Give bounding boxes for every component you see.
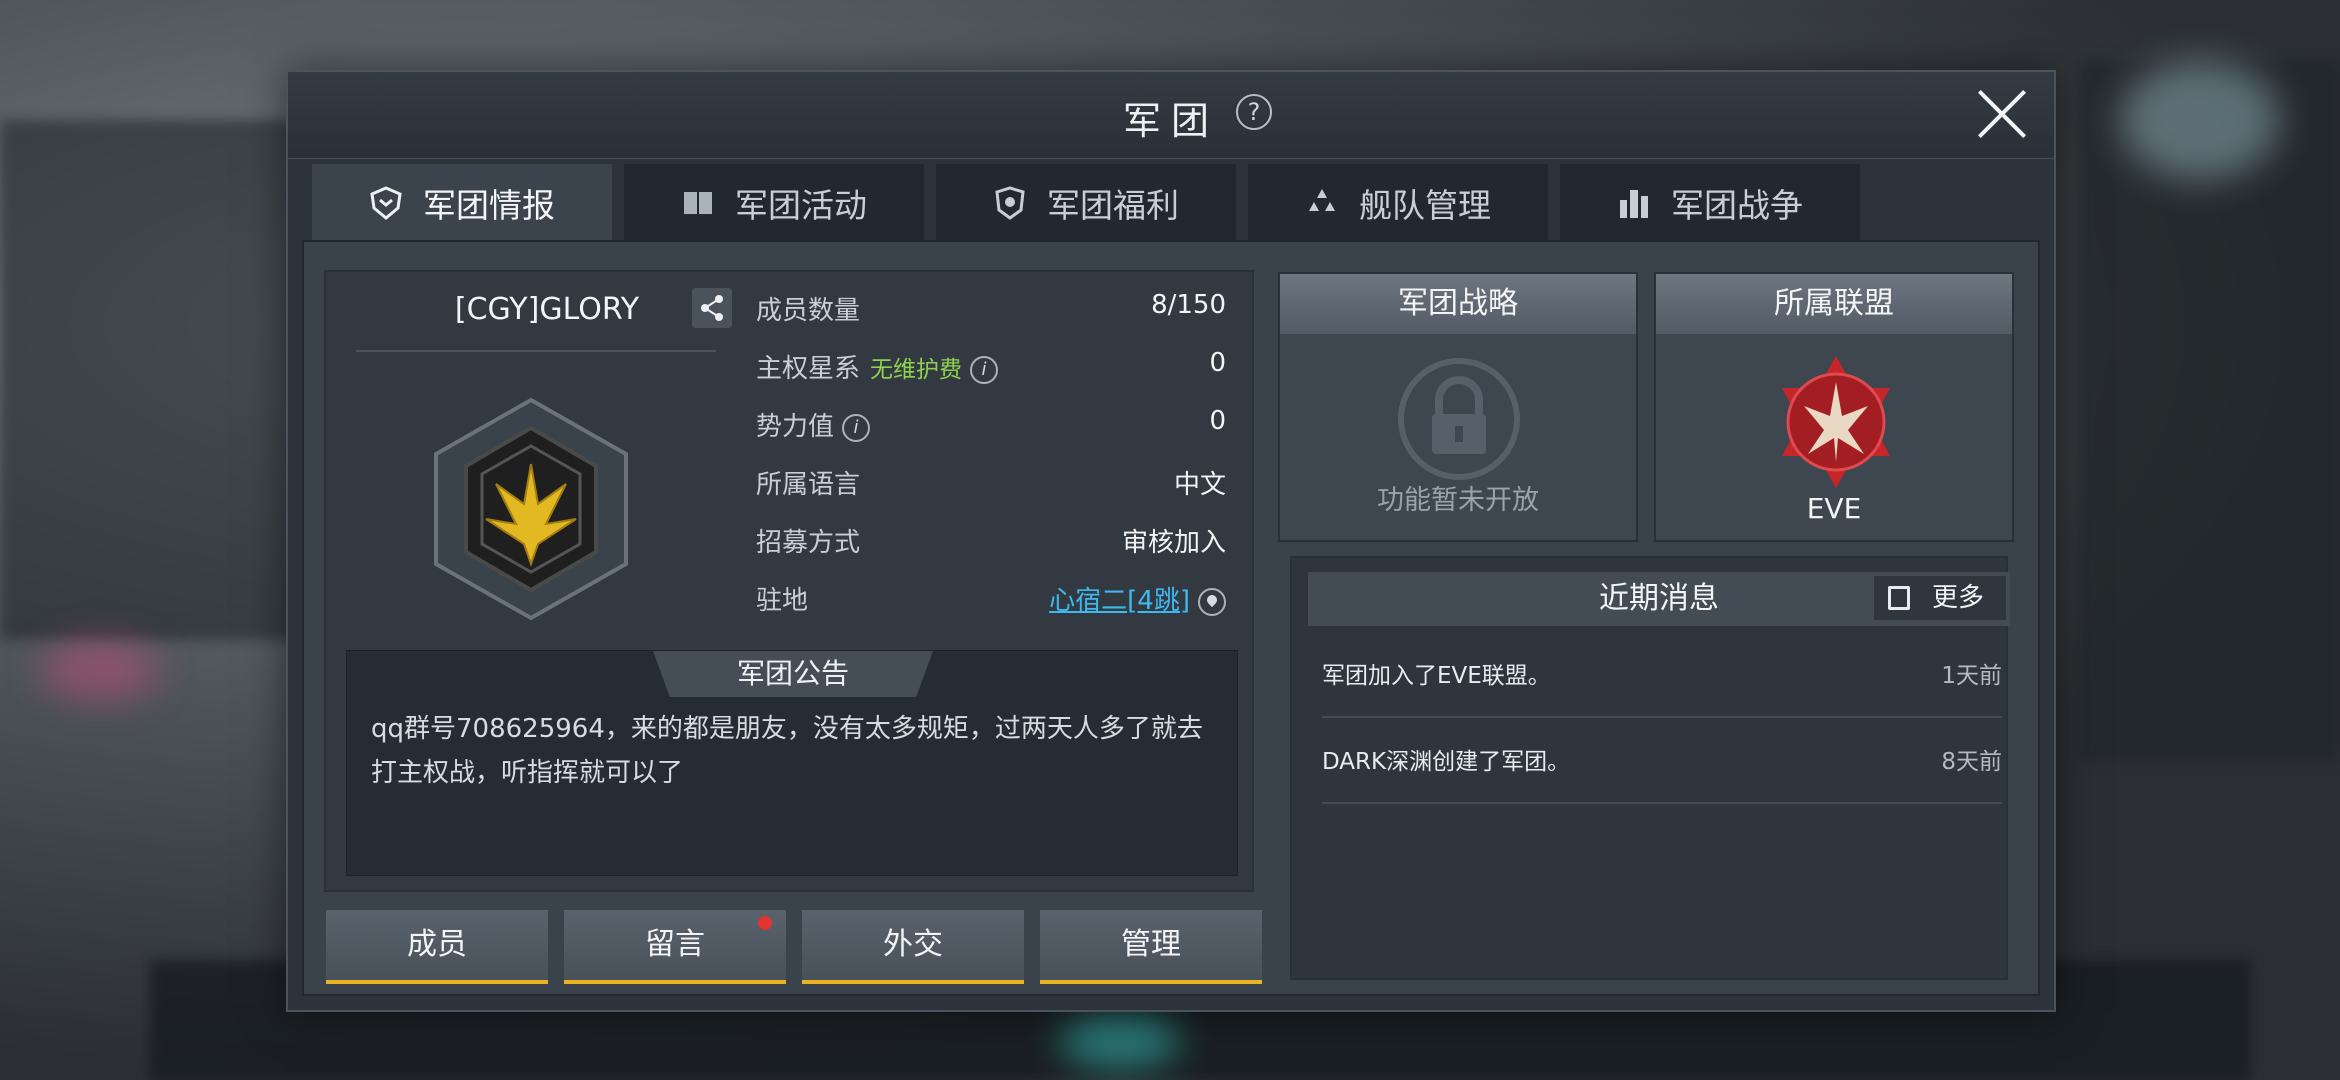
tab-legion-war[interactable]: 军团战争	[1560, 164, 1860, 242]
more-label: 更多	[1932, 583, 1985, 613]
alliance-card[interactable]: 所属联盟 EVE	[1654, 272, 2014, 542]
book-icon	[684, 192, 712, 214]
tab-legion-info[interactable]: 军团情报	[312, 164, 612, 242]
notice-title: 军团公告	[653, 651, 933, 697]
stat-member-count: 成员数量 8/150	[756, 290, 1226, 330]
stat-language: 所属语言 中文	[756, 464, 1226, 504]
dialog-title: 军团	[1122, 99, 1219, 143]
stat-label: 主权星系	[756, 354, 861, 384]
stat-label: 势力值	[756, 412, 835, 442]
background-light	[40, 640, 160, 700]
stat-label: 成员数量	[756, 296, 861, 326]
tab-legion-welfare[interactable]: 军团福利	[936, 164, 1236, 242]
stat-label-group: 主权星系 无维护费 i	[756, 348, 999, 385]
stat-label: 驻地	[756, 586, 809, 616]
city-icon	[1620, 190, 1648, 218]
stat-label: 所属语言	[756, 470, 861, 500]
background-structure	[0, 120, 300, 640]
badge-icon	[995, 186, 1025, 220]
tab-label: 军团战争	[1671, 186, 1803, 225]
news-item: 军团加入了EVE联盟。 1天前	[1322, 630, 2002, 718]
lock-icon	[1398, 358, 1520, 480]
guild-name: [CGY]GLORY	[454, 292, 640, 327]
stat-value: 0	[1209, 348, 1226, 378]
stat-sovereign-systems: 主权星系 无维护费 i 0	[756, 348, 1226, 388]
maintenance-note: 无维护费	[870, 357, 963, 383]
help-icon[interactable]: ?	[1236, 94, 1272, 130]
tab-fleet-management[interactable]: 舰队管理	[1248, 164, 1548, 242]
background-light	[2120, 60, 2280, 180]
share-icon	[701, 295, 723, 321]
shield-icon	[370, 186, 402, 220]
news-header: 近期消息 更多	[1308, 572, 2010, 626]
messages-button[interactable]: 留言	[564, 910, 786, 984]
stat-value: 审核加入	[1121, 528, 1226, 558]
notification-dot	[758, 916, 772, 930]
tab-label: 军团活动	[735, 186, 867, 225]
notice-text: qq群号708625964，来的都是朋友，没有太多规矩，过两天人多了就去打主权战…	[371, 714, 1203, 788]
news-text: DARK深渊创建了军团。	[1322, 749, 1571, 775]
alliance-title: 所属联盟	[1656, 274, 2012, 334]
members-button[interactable]: 成员	[326, 910, 548, 984]
base-location-link[interactable]: 心宿二[4跳]	[1049, 586, 1190, 616]
location-pin-icon[interactable]	[1198, 587, 1226, 616]
recent-news-card: 近期消息 更多 军团加入了EVE联盟。 1天前 DARK深渊创建了军团。 8天前	[1290, 556, 2010, 980]
stat-influence: 势力值 i 0	[756, 406, 1226, 446]
news-text: 军团加入了EVE联盟。	[1322, 663, 1551, 689]
close-icon[interactable]	[1976, 88, 2028, 140]
stat-value: 中文	[1173, 470, 1226, 500]
diplomacy-button[interactable]: 外交	[802, 910, 1024, 984]
strategy-title: 军团战略	[1280, 274, 1636, 334]
fleet-icon	[1309, 189, 1335, 211]
alliance-emblem-icon	[1782, 356, 1890, 488]
stat-value: 8/150	[1151, 290, 1226, 320]
stat-label: 招募方式	[756, 528, 861, 558]
stat-value-group: 心宿二[4跳]	[1049, 580, 1226, 617]
tab-bar: 军团情报 军团活动 军团福利 舰队管理 军团战争	[312, 164, 1862, 242]
stat-label-group: 势力值 i	[756, 406, 871, 443]
manage-button[interactable]: 管理	[1040, 910, 1262, 984]
strategy-card[interactable]: 军团战略 功能暂未开放	[1278, 272, 1638, 542]
info-icon[interactable]: i	[970, 355, 999, 384]
legion-dialog: 军团 ? 军团情报 军团活动 军团福利 舰队管理 军团战争 [CGY]GLORY…	[286, 70, 2056, 1012]
stat-base: 驻地 心宿二[4跳]	[756, 580, 1226, 620]
legion-info-card: [CGY]GLORY 成员数量 8/150 主权星系 无维护费 i 0 势力值 …	[324, 270, 1254, 892]
messages-button-label: 留言	[645, 927, 705, 962]
info-icon[interactable]: i	[842, 413, 871, 442]
legion-emblem-icon	[434, 397, 628, 621]
share-button[interactable]	[692, 288, 732, 328]
divider	[356, 350, 716, 352]
news-title: 近期消息	[1599, 581, 1719, 616]
news-time: 1天前	[1941, 663, 2002, 689]
tab-label: 舰队管理	[1359, 186, 1491, 225]
background-light	[1060, 1010, 1180, 1070]
more-button[interactable]: 更多	[1874, 576, 2006, 620]
tab-label: 军团情报	[423, 186, 555, 225]
dialog-titlebar: 军团 ?	[288, 72, 2054, 159]
news-item: DARK深渊创建了军团。 8天前	[1322, 716, 2002, 804]
list-icon	[1888, 586, 1910, 610]
tab-label: 军团福利	[1047, 186, 1179, 225]
tab-legion-activity[interactable]: 军团活动	[624, 164, 924, 242]
alliance-name: EVE	[1806, 492, 1862, 525]
stat-recruitment: 招募方式 审核加入	[756, 522, 1226, 562]
news-time: 8天前	[1941, 749, 2002, 775]
legion-notice: 军团公告 qq群号708625964，来的都是朋友，没有太多规矩，过两天人多了就…	[346, 650, 1238, 876]
feature-locked-note: 功能暂未开放	[1377, 485, 1539, 516]
stat-value: 0	[1209, 406, 1226, 436]
